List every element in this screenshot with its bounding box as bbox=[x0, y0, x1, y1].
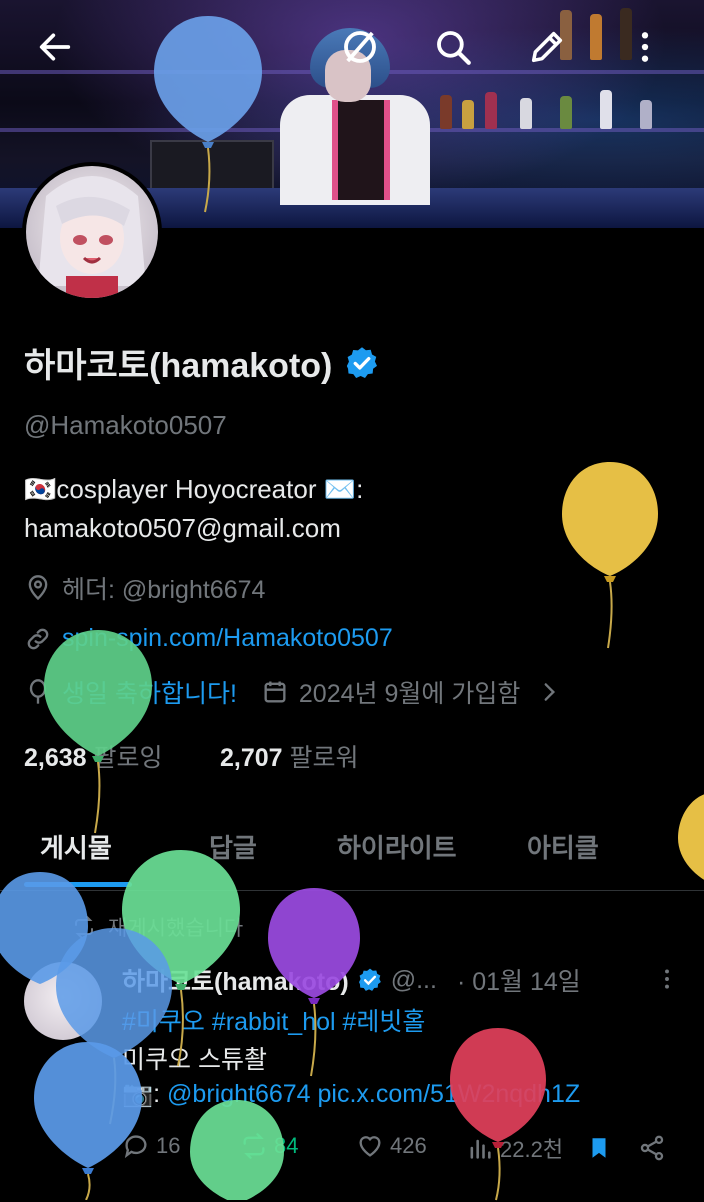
repost-label: 재게시했습니다 bbox=[108, 917, 244, 940]
search-icon bbox=[437, 31, 471, 65]
post-author-avatar[interactable] bbox=[24, 962, 102, 1040]
balloon-icon bbox=[29, 679, 47, 704]
following-label: 팔로잉 bbox=[93, 744, 163, 772]
following-count: 2,638 bbox=[24, 744, 87, 772]
views-bar-chart-icon bbox=[470, 1139, 491, 1159]
post-date[interactable]: · 01월 14일 bbox=[457, 962, 581, 998]
like-button[interactable]: 426 bbox=[356, 1132, 427, 1160]
post-author-handle: @... bbox=[390, 965, 437, 994]
banner-bottle bbox=[640, 100, 652, 129]
post-body-text: 미쿠오 스튜촬 bbox=[122, 1046, 267, 1074]
followers-link[interactable]: 2,707 팔로워 bbox=[220, 738, 359, 774]
credit-mention[interactable]: @bright6674 bbox=[167, 1080, 311, 1108]
profile-bio: 🇰🇷cosplayer Hoyocreator ✉️: hamakoto0507… bbox=[24, 470, 684, 548]
grok-icon bbox=[344, 31, 376, 63]
bookmark-icon[interactable] bbox=[586, 1134, 612, 1162]
active-tab-indicator bbox=[24, 882, 132, 887]
share-icon[interactable] bbox=[638, 1134, 666, 1162]
balloon-decoration bbox=[44, 630, 152, 834]
more-vertical-icon bbox=[641, 32, 649, 62]
banner-bottle bbox=[560, 96, 572, 129]
followers-count: 2,707 bbox=[220, 744, 283, 772]
repost-icon bbox=[75, 916, 93, 938]
profile-name-row: 하마코토(hamakoto) bbox=[24, 338, 380, 387]
location-pin-icon bbox=[28, 575, 48, 601]
joined-date: 2024년 9월에 가입함 bbox=[298, 680, 521, 708]
chevron-right-icon[interactable] bbox=[536, 679, 562, 705]
profile-dates-row: 생일 축하합니다! 2024년 9월에 가입함 bbox=[24, 674, 562, 710]
banner-bottle bbox=[462, 100, 474, 129]
banner-bottle bbox=[440, 95, 452, 129]
like-count: 426 bbox=[390, 1133, 427, 1158]
profile-location: 헤더: @bright6674 bbox=[24, 570, 265, 606]
reply-count: 16 bbox=[156, 1133, 181, 1158]
repost-button[interactable]: 84 bbox=[240, 1132, 298, 1160]
bio-line: 🇰🇷cosplayer Hoyocreator ✉️: bbox=[24, 474, 364, 504]
followers-label: 팔로워 bbox=[289, 744, 359, 772]
location-text: 헤더: @bright6674 bbox=[62, 576, 266, 604]
view-count: 22.2천 bbox=[500, 1137, 564, 1162]
tab-replies[interactable]: 답글 bbox=[209, 828, 257, 865]
post-credit-line: 📷: @bright6674 pic.x.com/51W2nqdh1Z bbox=[122, 1080, 580, 1109]
arrow-left-icon bbox=[39, 33, 71, 61]
display-name: 하마코토(hamakoto) bbox=[24, 347, 333, 385]
profile-website-row: spin-spin.com/Hamakoto0507 bbox=[24, 624, 393, 653]
tab-media[interactable]: 미 bbox=[686, 828, 704, 865]
tab-divider bbox=[0, 890, 704, 891]
views-button[interactable]: 22.2천 bbox=[466, 1132, 563, 1164]
profile-handle: @Hamakoto0507 bbox=[24, 410, 227, 440]
banner-bottle bbox=[590, 14, 602, 60]
reply-button[interactable]: 16 bbox=[122, 1132, 180, 1160]
balloon-decoration bbox=[450, 1028, 546, 1201]
banner-bottle bbox=[485, 92, 497, 129]
search-button[interactable] bbox=[430, 24, 476, 70]
repost-count: 84 bbox=[274, 1133, 299, 1158]
credit-media-link[interactable]: pic.x.com/51W2nqdh1Z bbox=[318, 1080, 581, 1108]
heart-icon bbox=[359, 1136, 381, 1157]
avatar-illustration bbox=[38, 176, 146, 298]
tab-posts[interactable]: 게시물 bbox=[40, 828, 112, 865]
tab-articles[interactable]: 아티클 bbox=[527, 828, 599, 865]
post-hashtags[interactable]: #미쿠오 #rabbit_hol #레빗홀 bbox=[122, 1002, 425, 1038]
post-header: 하마코토(hamakoto) @... · 01월 14일 bbox=[122, 962, 581, 998]
credit-prefix: 📷: bbox=[122, 1080, 168, 1108]
post-author-name[interactable]: 하마코토(hamakoto) bbox=[122, 962, 349, 998]
tab-highlights[interactable]: 하이라이트 bbox=[337, 828, 457, 865]
banner-bottle bbox=[520, 98, 532, 129]
post-more-icon[interactable] bbox=[654, 966, 680, 992]
birthday-link[interactable]: 생일 축하합니다! bbox=[62, 674, 237, 710]
repost-icon bbox=[243, 1133, 265, 1159]
profile-avatar[interactable] bbox=[22, 162, 162, 302]
edit-button[interactable] bbox=[524, 24, 570, 70]
following-link[interactable]: 2,638 팔로잉 bbox=[24, 738, 163, 774]
more-button[interactable] bbox=[622, 24, 668, 70]
bio-email: hamakoto0507@gmail.com bbox=[24, 513, 341, 543]
back-button[interactable] bbox=[32, 24, 78, 70]
banner-bottle bbox=[600, 90, 612, 129]
verified-badge-icon[interactable] bbox=[344, 345, 380, 381]
verified-badge-icon bbox=[358, 968, 381, 991]
grok-button[interactable] bbox=[337, 24, 383, 70]
website-link[interactable]: spin-spin.com/Hamakoto0507 bbox=[62, 624, 393, 653]
pencil-icon bbox=[531, 31, 563, 63]
reply-icon bbox=[124, 1135, 147, 1159]
repost-context: 재게시했습니다 bbox=[72, 912, 243, 942]
link-icon bbox=[27, 628, 49, 649]
calendar-icon bbox=[264, 681, 286, 703]
